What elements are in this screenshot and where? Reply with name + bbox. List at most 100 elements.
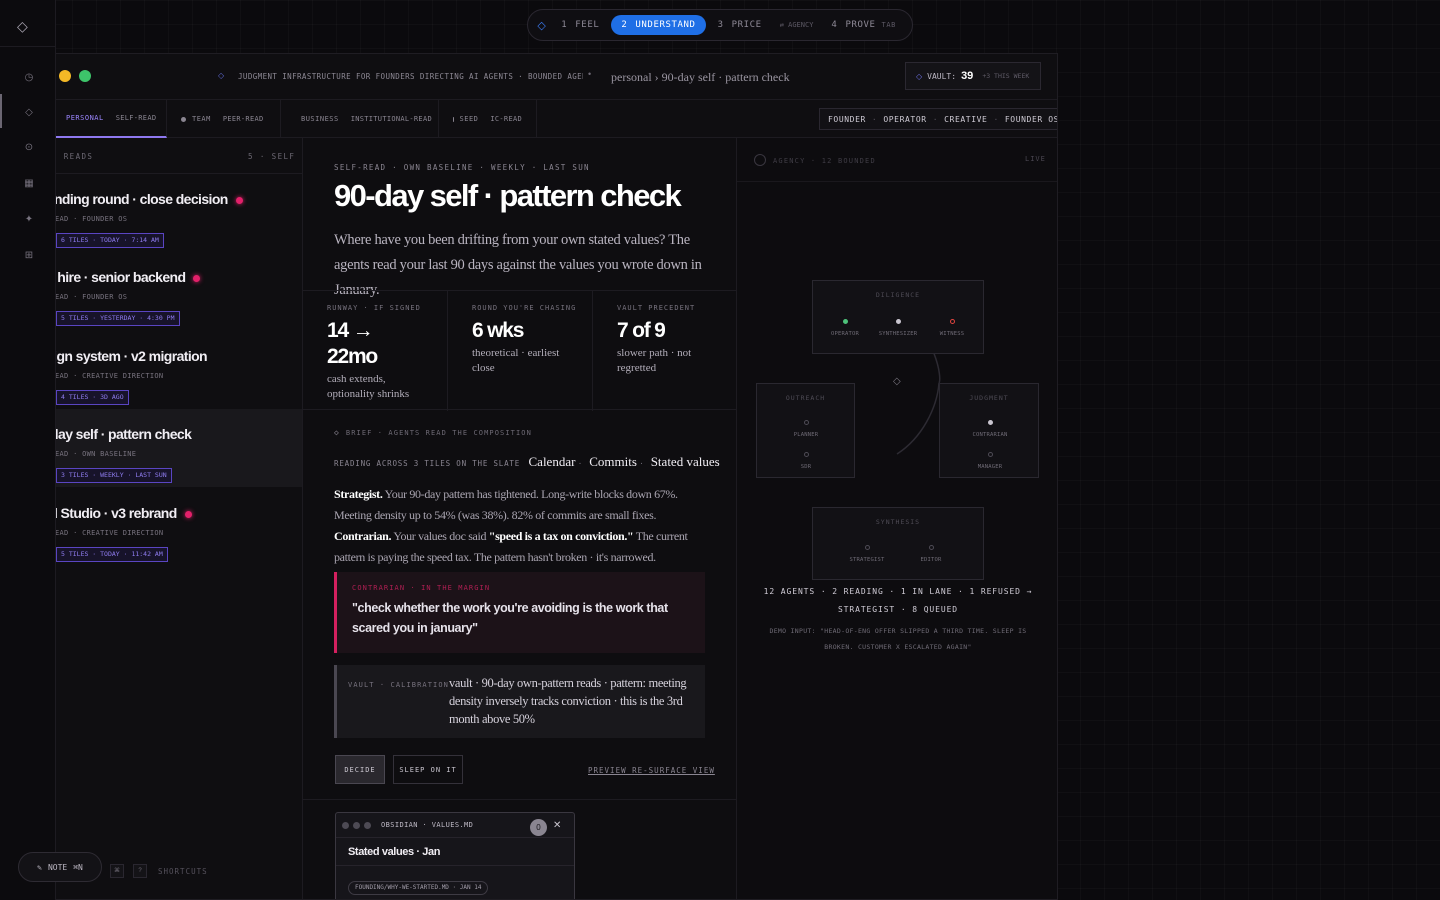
vault-counter[interactable]: ◇ VAULT: 39 +3 THIS WEEK bbox=[905, 62, 1041, 90]
product-tagline: JUDGMENT INFRASTRUCTURE FOR FOUNDERS DIR… bbox=[238, 72, 583, 81]
list-item-selected[interactable]: -day self · pattern check -READ · OWN BA… bbox=[56, 409, 302, 487]
card-dot bbox=[342, 821, 349, 829]
table-icon[interactable]: ⊞ bbox=[22, 250, 36, 261]
agent-operator[interactable]: OPERATOR bbox=[815, 319, 875, 337]
breadcrumb[interactable]: personal › 90-day self · pattern check bbox=[611, 70, 790, 85]
left-rail: ◇ ◷ ◇ ⊙ ▦ ✦ ⊞ bbox=[0, 0, 56, 900]
brief-header: ◇ BRIEF · AGENTS READ THE COMPOSITION bbox=[334, 428, 532, 437]
group-diligence[interactable]: DILIGENCE OPERATOR SYNTHESIZER WITNESS bbox=[812, 280, 984, 354]
preview-resurface-link[interactable]: PREVIEW RE-SURFACE VIEW bbox=[588, 766, 715, 775]
agent-status-dot bbox=[987, 452, 993, 457]
agent-witness[interactable]: WITNESS bbox=[922, 319, 982, 337]
list-item[interactable]: g hire · senior backend -READ · FOUNDER … bbox=[56, 252, 302, 330]
decide-button[interactable]: DECIDE bbox=[335, 755, 385, 784]
agent-sdr[interactable]: SDR bbox=[776, 452, 836, 470]
tab-seed[interactable]: SEED IC-READ bbox=[439, 100, 537, 138]
contrarian-callout: CONTRARIAN · IN THE MARGIN "check whethe… bbox=[334, 572, 705, 653]
group-outreach[interactable]: OUTREACH PLANNER SDR bbox=[756, 383, 855, 478]
stepper-diamond-icon: ◇ bbox=[537, 19, 546, 32]
stat-runway: RUNWAY · IF SIGNED 14 → 22mo cash extend… bbox=[303, 291, 448, 411]
agent-status-dot bbox=[928, 545, 934, 550]
tiles-badge: 3 TILES · WEEKLY · LAST SUN bbox=[56, 468, 172, 483]
tab-business[interactable]: BUSINESS INSTITUTIONAL-READ bbox=[281, 100, 439, 138]
alert-dot bbox=[193, 274, 201, 282]
sleep-on-it-button[interactable]: SLEEP ON IT bbox=[393, 755, 463, 784]
diamond-nav-icon[interactable]: ◇ bbox=[22, 107, 36, 118]
breadcrumb-bullet: • bbox=[588, 69, 592, 79]
grid-icon[interactable]: ▦ bbox=[22, 178, 36, 189]
agent-planner[interactable]: PLANNER bbox=[776, 420, 836, 438]
agent-status-dot bbox=[987, 420, 993, 425]
reading-tiles: READING ACROSS 3 TILES ON THE SLATE Cale… bbox=[334, 454, 720, 469]
tile-commits[interactable]: Commits bbox=[589, 454, 637, 469]
main-window: ◇ JUDGMENT INFRASTRUCTURE FOR FOUNDERS D… bbox=[56, 53, 1058, 900]
step-feel[interactable]: 1 FEEL bbox=[551, 15, 609, 35]
list-item[interactable]: ld Studio · v3 rebrand -READ · CREATIVE … bbox=[56, 488, 302, 566]
rail-divider bbox=[0, 46, 56, 47]
stats-row: RUNWAY · IF SIGNED 14 → 22mo cash extend… bbox=[303, 290, 736, 411]
tiles-badge: 5 TILES · YESTERDAY · 4:30 PM bbox=[56, 311, 180, 326]
lens-dot bbox=[181, 116, 186, 122]
detail-divider bbox=[303, 799, 736, 800]
connector-judgment-synthesis bbox=[896, 382, 940, 455]
tile-calendar[interactable]: Calendar bbox=[529, 454, 576, 469]
tab-team[interactable]: TEAM PEER-READ bbox=[167, 100, 281, 138]
agent-editor[interactable]: EDITOR bbox=[901, 545, 961, 563]
window-zoom-dot[interactable] bbox=[79, 70, 91, 82]
window-minimize-dot[interactable] bbox=[59, 70, 71, 82]
list-item[interactable]: unding round · close decision -READ · FO… bbox=[56, 174, 302, 252]
step-prove[interactable]: 4 PROVE TAB bbox=[821, 15, 906, 35]
alert-dot bbox=[235, 196, 243, 204]
persona-switcher[interactable]: FOUNDER · OPERATOR · CREATIVE · FOUNDER OS bbox=[819, 108, 1057, 130]
step-agency[interactable]: ⇄ AGENCY bbox=[774, 21, 820, 29]
vault-calibration: VAULT · CALIBRATION vault · 90-day own-p… bbox=[334, 665, 705, 738]
command-key-icon[interactable]: ⌘ bbox=[110, 864, 124, 878]
agent-status-dot bbox=[895, 319, 901, 324]
tile-stated-values[interactable]: Stated values bbox=[651, 454, 720, 469]
stat-vault-precedent: VAULT PRECEDENT 7 of 9 slower path · not… bbox=[617, 304, 696, 374]
tiles-badge: 5 TILES · TODAY · 11:42 AM bbox=[56, 547, 168, 562]
agent-status-dot bbox=[803, 420, 809, 425]
agent-status-dot bbox=[864, 545, 870, 550]
page-title: 90-day self · pattern check bbox=[334, 178, 682, 213]
tiles-badge: 4 TILES · 3D AGO bbox=[56, 390, 129, 405]
agent-status-dot bbox=[842, 319, 848, 324]
alert-dot bbox=[184, 510, 192, 518]
sparkle-icon[interactable]: ✦ bbox=[22, 214, 36, 225]
clock-icon[interactable]: ◷ bbox=[22, 72, 36, 83]
shortcuts-label[interactable]: SHORTCUTS bbox=[158, 867, 208, 876]
lens-dot bbox=[453, 116, 454, 122]
obsidian-source-chip[interactable]: FOUNDING/WHY-WE-STARTED.MD · JAN 14 bbox=[348, 881, 489, 895]
agent-strategist[interactable]: STRATEGIST bbox=[837, 545, 897, 563]
agent-contrarian[interactable]: CONTRARIAN bbox=[960, 420, 1020, 438]
step-price[interactable]: 3 PRICE bbox=[708, 15, 772, 35]
group-synthesis[interactable]: SYNTHESIS STRATEGIST EDITOR bbox=[812, 507, 984, 580]
agent-manager[interactable]: MANAGER bbox=[960, 452, 1020, 470]
tiles-badge: 6 TILES · TODAY · 7:14 AM bbox=[56, 233, 164, 248]
list-item[interactable]: sign system · v2 migration -READ · CREAT… bbox=[56, 331, 302, 409]
brief-section: ◇ BRIEF · AGENTS READ THE COMPOSITION REA… bbox=[334, 428, 720, 568]
obsidian-note-title: Stated values · Jan bbox=[348, 846, 441, 858]
obsidian-preview-card[interactable]: OBSIDIAN · VALUES.MD 0 ✕ Stated values ·… bbox=[335, 812, 575, 899]
agent-synthesizer[interactable]: SYNTHESIZER bbox=[868, 319, 928, 337]
close-icon[interactable]: ✕ bbox=[553, 820, 561, 831]
note-button[interactable]: ✎ NOTE ⌘N bbox=[18, 852, 102, 882]
obsidian-count-badge: 0 bbox=[530, 819, 547, 836]
tab-personal[interactable]: PERSONAL SELF-READ bbox=[56, 100, 167, 138]
group-judgment[interactable]: JUDGMENT CONTRARIAN MANAGER bbox=[939, 383, 1039, 478]
detail-kicker: SELF-READ · OWN BASELINE · WEEKLY · LAST… bbox=[334, 163, 590, 172]
help-key-icon[interactable]: ? bbox=[133, 864, 147, 878]
agent-status-dot bbox=[803, 452, 809, 457]
card-dot bbox=[353, 821, 360, 829]
demo-input: DEMO INPUT: "HEAD-OF-ENG OFFER SLIPPED A… bbox=[769, 627, 1027, 651]
rail-active-indicator bbox=[0, 94, 2, 128]
card-dot bbox=[364, 821, 371, 829]
target-icon[interactable]: ⊙ bbox=[22, 142, 36, 153]
brief-diamond-icon: ◇ bbox=[334, 428, 340, 437]
read-detail: SELF-READ · OWN BASELINE · WEEKLY · LAST… bbox=[303, 138, 737, 899]
step-understand[interactable]: 2 UNDERSTAND bbox=[611, 15, 706, 35]
brief-text: Strategist. Your 90-day pattern has tigh… bbox=[334, 487, 688, 564]
lens-tabs: PERSONAL SELF-READ TEAM PEER-READ BUSINE… bbox=[56, 99, 1057, 138]
app-logo-diamond-icon[interactable]: ◇ bbox=[17, 18, 28, 35]
hub-diamond-icon: ◇ bbox=[893, 376, 901, 387]
